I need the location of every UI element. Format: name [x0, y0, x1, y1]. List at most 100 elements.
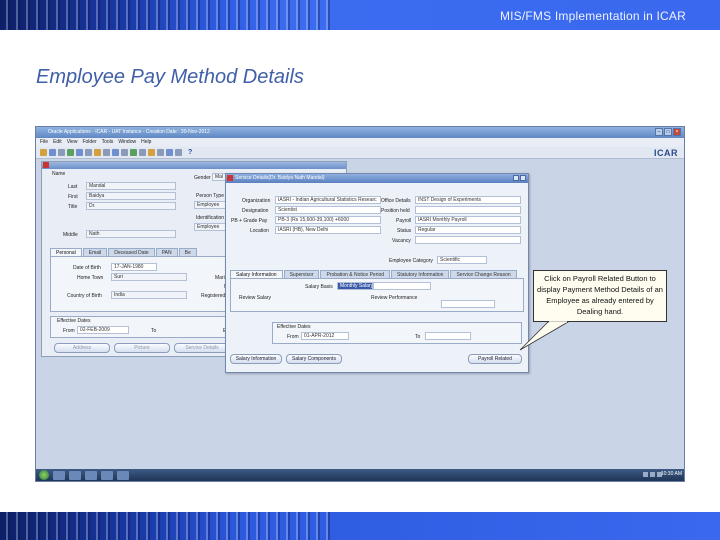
maximize-icon[interactable] [520, 175, 526, 181]
payroll-related-button[interactable]: Payroll Related [468, 354, 522, 364]
country-of-birth-label: Country of Birth [67, 293, 102, 299]
salary-information-button[interactable]: Salary Information [230, 354, 282, 364]
service-details-window: Service Details(Dr. Baidya Nath Mandal) … [225, 173, 529, 373]
header-title: MIS/FMS Implementation in ICAR [499, 9, 686, 23]
navigator-icon[interactable] [67, 149, 74, 156]
network-icon[interactable] [643, 472, 648, 477]
copy-icon[interactable] [130, 149, 137, 156]
callout-box: Click on Payroll Related Button to displ… [533, 270, 667, 322]
payroll-field[interactable]: IASRI Monthly Payroll [415, 216, 521, 224]
menu-edit[interactable]: Edit [53, 138, 62, 147]
minimize-icon[interactable] [513, 175, 519, 181]
windows-taskbar: 10:30 AM [36, 469, 684, 481]
picture-button[interactable]: Picture [114, 343, 170, 353]
position-held-field[interactable] [415, 206, 521, 214]
vacancy-field[interactable] [415, 236, 521, 244]
open-icon[interactable] [40, 149, 47, 156]
employee-category-label: Employee Category [389, 258, 433, 264]
close-icon[interactable] [227, 175, 233, 181]
menu-folder[interactable]: Folder [82, 138, 96, 147]
first-name-field[interactable]: Baidya [86, 192, 176, 200]
designation-field[interactable]: Scientist [275, 206, 381, 214]
new-record-icon[interactable] [103, 149, 110, 156]
review-performance-field[interactable] [441, 300, 495, 308]
zoom-icon[interactable] [166, 149, 173, 156]
print-icon[interactable] [58, 149, 65, 156]
window-controls [513, 175, 526, 181]
registered-label: Registered [201, 293, 226, 299]
last-name-label: Last [68, 184, 78, 190]
title-field[interactable]: Dr. [86, 202, 176, 210]
to-label: To [151, 328, 157, 334]
footer-stripes [0, 512, 330, 540]
oracle-app-icon[interactable] [117, 470, 129, 480]
volume-icon[interactable] [650, 472, 655, 477]
marital-status-label: Mari [215, 275, 225, 281]
record-icon[interactable] [85, 149, 92, 156]
effective-from-field[interactable]: 01-APR-2012 [301, 332, 349, 340]
menu-tools[interactable]: Tools [102, 138, 114, 147]
clear-icon[interactable] [148, 149, 155, 156]
find-icon[interactable] [76, 149, 83, 156]
menu-view[interactable]: View [67, 138, 78, 147]
location-field[interactable]: IASRI (HB), New Delhi [275, 226, 381, 234]
home-town-field[interactable]: Suri [111, 273, 187, 281]
delete-record-icon[interactable] [112, 149, 119, 156]
minimize-icon[interactable]: – [655, 128, 663, 136]
media-icon[interactable] [85, 470, 97, 480]
help-icon[interactable]: ? [188, 149, 192, 156]
person-type-label: Person Type [196, 193, 224, 199]
effective-from-field[interactable]: 02-FEB-2009 [77, 326, 129, 334]
country-of-birth-field[interactable]: India [111, 291, 187, 299]
window-controls: – □ × [655, 128, 681, 136]
salary-basis-label: Salary Basis [305, 284, 333, 290]
menu-window[interactable]: Window [118, 138, 136, 147]
employee-category-field[interactable]: Scientific [437, 256, 487, 264]
save-icon[interactable] [49, 149, 56, 156]
pb-grade-pay-field[interactable]: PB-3 (Rs 15,600-39,100) +6000 [275, 216, 381, 224]
folder-icon[interactable] [101, 470, 113, 480]
maximize-icon[interactable]: □ [664, 128, 672, 136]
effective-dates-label: Effective Dates [57, 318, 91, 324]
office-details-field[interactable]: INST Design of Experiments [415, 196, 521, 204]
review-salary-label: Review Salary [239, 295, 271, 301]
name-section-label: Name [52, 171, 66, 177]
icar-logo: ICAR [654, 148, 678, 158]
last-name-field[interactable]: Mandal [86, 182, 176, 190]
salary-information-panel: Salary Basis Monthly Salary Review Salar… [230, 278, 524, 312]
browser-icon[interactable] [69, 470, 81, 480]
middle-name-field[interactable]: Nath [86, 230, 176, 238]
salary-basis-field[interactable]: Monthly Salary [337, 282, 373, 290]
vacancy-label: Vacancy [392, 238, 411, 244]
organization-field[interactable]: IASRI - Indian Agricultural Statistics R… [275, 196, 381, 204]
salary-basis-extra-field[interactable] [373, 282, 431, 290]
first-name-label: First [68, 194, 78, 200]
footer-banner [0, 512, 720, 540]
home-town-label: Home Town [77, 275, 104, 281]
organization-label: Organization [242, 198, 271, 204]
close-icon[interactable]: × [673, 128, 681, 136]
salary-components-button[interactable]: Salary Components [286, 354, 342, 364]
menu-file[interactable]: File [40, 138, 48, 147]
address-button[interactable]: Address [54, 343, 110, 353]
cut-icon[interactable] [121, 149, 128, 156]
folder-icon[interactable] [94, 149, 101, 156]
start-icon[interactable] [39, 470, 49, 480]
attachment-icon[interactable] [157, 149, 164, 156]
banner-stripes [0, 0, 330, 30]
effective-to-field[interactable] [425, 332, 471, 340]
location-label: Location [250, 228, 269, 234]
close-icon[interactable] [43, 162, 49, 168]
office-details-label: Office Details [381, 198, 411, 204]
translation-icon[interactable] [175, 149, 182, 156]
effective-dates-label: Effective Dates [277, 324, 311, 330]
menu-help[interactable]: Help [141, 138, 151, 147]
gender-label: Gender [194, 175, 211, 181]
status-field[interactable]: Regular [415, 226, 521, 234]
title-label: Title [68, 204, 78, 210]
to-label: To [415, 334, 421, 340]
explorer-icon[interactable] [53, 470, 65, 480]
service-details-button[interactable]: Service Details [174, 343, 230, 353]
dob-field[interactable]: 17-JAN-1980 [111, 263, 157, 271]
paste-icon[interactable] [139, 149, 146, 156]
